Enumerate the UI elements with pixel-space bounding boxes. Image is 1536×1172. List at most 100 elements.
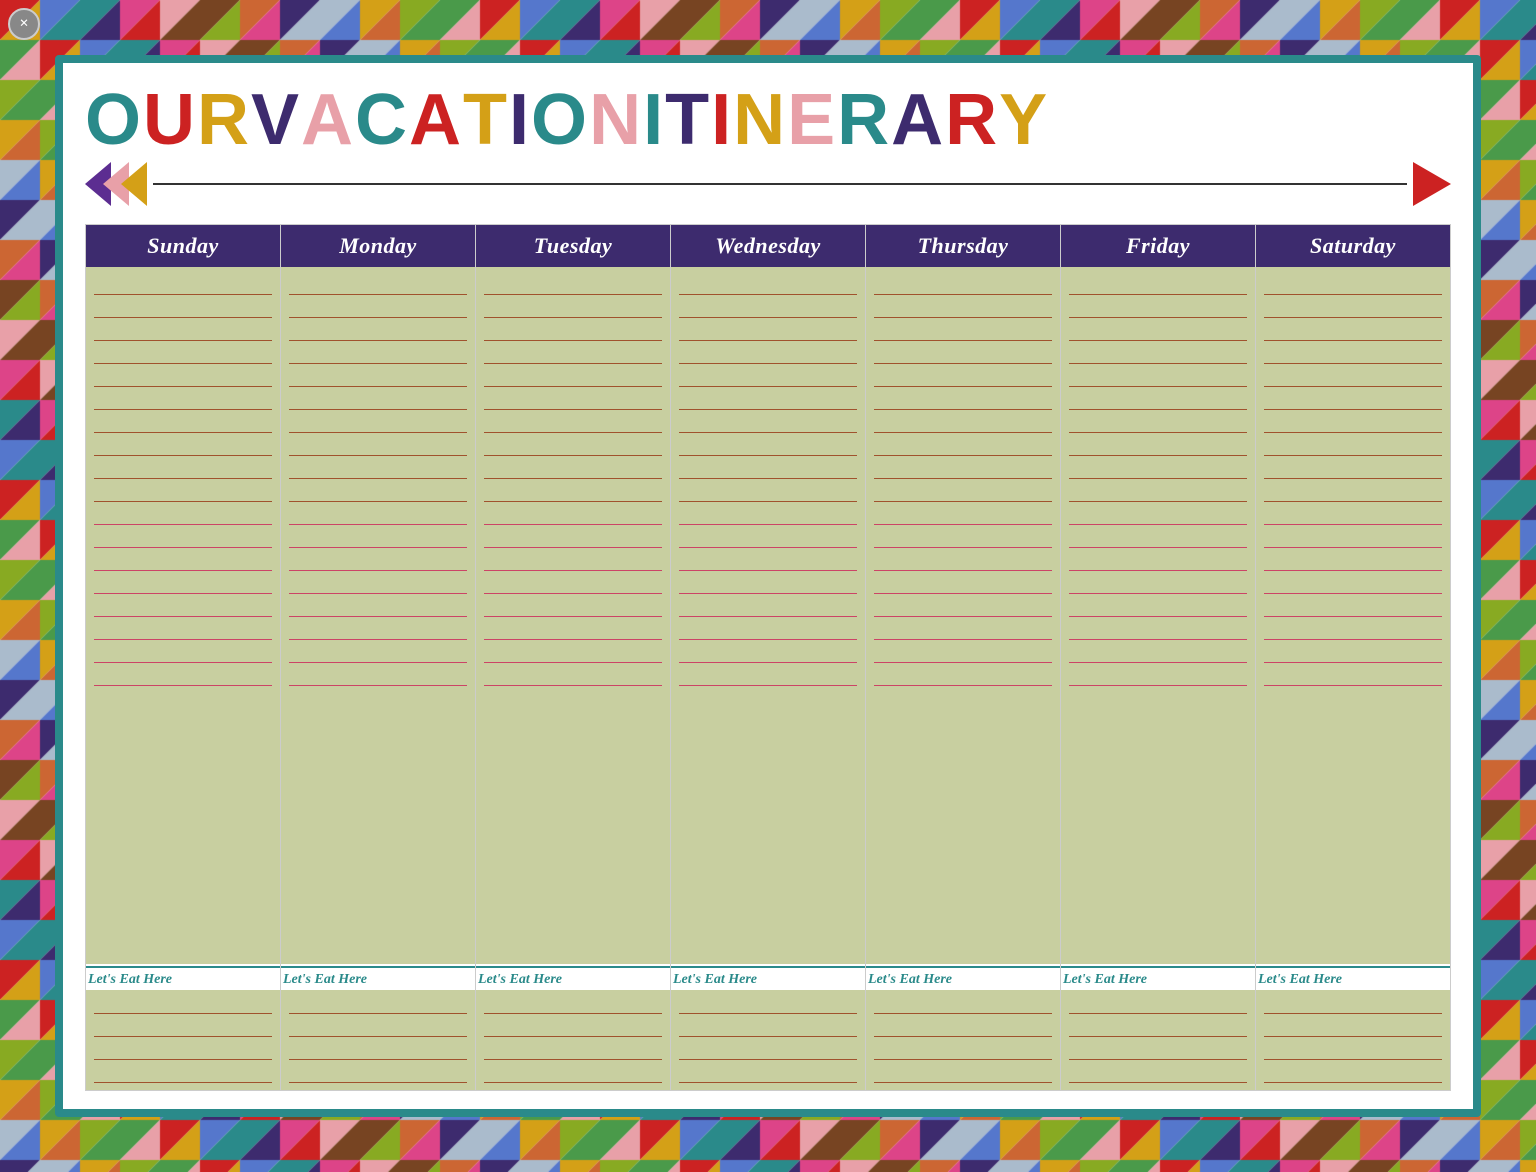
write-line	[679, 480, 857, 502]
write-line	[289, 342, 467, 364]
write-line	[484, 365, 662, 387]
write-line	[94, 342, 272, 364]
write-line	[484, 664, 662, 686]
write-line	[1069, 434, 1247, 456]
write-line	[1069, 664, 1247, 686]
eats-line	[289, 1015, 467, 1037]
write-line	[484, 480, 662, 502]
write-line	[874, 434, 1052, 456]
write-line	[94, 572, 272, 594]
eats-line	[1264, 1015, 1442, 1037]
write-line	[679, 664, 857, 686]
write-line	[874, 549, 1052, 571]
write-line	[94, 388, 272, 410]
write-line	[679, 503, 857, 525]
day-body-monday[interactable]	[281, 267, 475, 964]
eats-section-friday: Let's Eat Here	[1061, 966, 1255, 1090]
write-line	[484, 549, 662, 571]
eats-line	[1069, 1038, 1247, 1060]
write-line	[1069, 319, 1247, 341]
write-line	[679, 526, 857, 548]
write-line	[874, 365, 1052, 387]
eats-body[interactable]	[866, 990, 1060, 1090]
write-line	[1069, 457, 1247, 479]
arrow-right-icon	[1413, 162, 1451, 206]
write-line	[484, 342, 662, 364]
eats-label: Let's Eat Here	[1061, 968, 1255, 990]
write-line	[484, 434, 662, 456]
day-column-thursday: ThursdayLet's Eat Here	[866, 225, 1061, 1090]
eats-line	[484, 992, 662, 1014]
write-line	[484, 319, 662, 341]
write-line	[1069, 549, 1247, 571]
eats-body[interactable]	[281, 990, 475, 1090]
write-line	[94, 595, 272, 617]
write-line	[289, 480, 467, 502]
main-card: OUR VACATION ITINERARY SundayLet's Eat H…	[55, 55, 1481, 1117]
write-line	[289, 365, 467, 387]
day-body-sunday[interactable]	[86, 267, 280, 964]
title-letter: U	[143, 81, 197, 160]
day-body-wednesday[interactable]	[671, 267, 865, 964]
title-letter: I	[711, 81, 733, 160]
write-line	[1264, 549, 1442, 571]
close-button[interactable]: ×	[8, 8, 40, 40]
eats-label: Let's Eat Here	[1256, 968, 1450, 990]
write-line	[289, 388, 467, 410]
eats-line	[874, 1038, 1052, 1060]
eats-body[interactable]	[86, 990, 280, 1090]
write-line	[484, 572, 662, 594]
eats-body[interactable]	[671, 990, 865, 1090]
write-line	[874, 388, 1052, 410]
title-letter: R	[837, 81, 891, 160]
write-line	[874, 572, 1052, 594]
eats-body[interactable]	[476, 990, 670, 1090]
write-line	[94, 434, 272, 456]
eats-line	[679, 992, 857, 1014]
write-line	[874, 503, 1052, 525]
write-line	[289, 572, 467, 594]
eats-section-saturday: Let's Eat Here	[1256, 966, 1450, 1090]
eats-body[interactable]	[1256, 990, 1450, 1090]
write-line	[289, 411, 467, 433]
day-body-tuesday[interactable]	[476, 267, 670, 964]
day-body-saturday[interactable]	[1256, 267, 1450, 964]
eats-line	[1069, 1015, 1247, 1037]
write-line	[679, 411, 857, 433]
day-column-monday: MondayLet's Eat Here	[281, 225, 476, 1090]
eats-line	[94, 1015, 272, 1037]
eats-line	[679, 1061, 857, 1083]
arrow-row	[85, 162, 1451, 206]
day-header-sunday: Sunday	[86, 225, 280, 267]
day-header-saturday: Saturday	[1256, 225, 1450, 267]
write-line	[484, 388, 662, 410]
write-line	[94, 480, 272, 502]
day-body-thursday[interactable]	[866, 267, 1060, 964]
write-line	[1264, 572, 1442, 594]
write-line	[679, 457, 857, 479]
write-line	[1069, 480, 1247, 502]
eats-line	[874, 1061, 1052, 1083]
calendar-grid: SundayLet's Eat HereMondayLet's Eat Here…	[85, 224, 1451, 1091]
title-letter: C	[355, 81, 409, 160]
write-line	[289, 434, 467, 456]
eats-line	[94, 1061, 272, 1083]
title-letter: Y	[999, 81, 1049, 160]
write-line	[1069, 411, 1247, 433]
write-line	[679, 319, 857, 341]
write-line	[874, 595, 1052, 617]
write-line	[1069, 342, 1247, 364]
day-body-friday[interactable]	[1061, 267, 1255, 964]
write-line	[1069, 503, 1247, 525]
write-line	[874, 411, 1052, 433]
write-line	[94, 641, 272, 663]
write-line	[484, 641, 662, 663]
write-line	[1264, 457, 1442, 479]
write-line	[1264, 641, 1442, 663]
eats-label: Let's Eat Here	[866, 968, 1060, 990]
write-line	[289, 595, 467, 617]
eats-section-sunday: Let's Eat Here	[86, 966, 280, 1090]
title-letter: A	[301, 81, 355, 160]
eats-body[interactable]	[1061, 990, 1255, 1090]
write-line	[289, 296, 467, 318]
